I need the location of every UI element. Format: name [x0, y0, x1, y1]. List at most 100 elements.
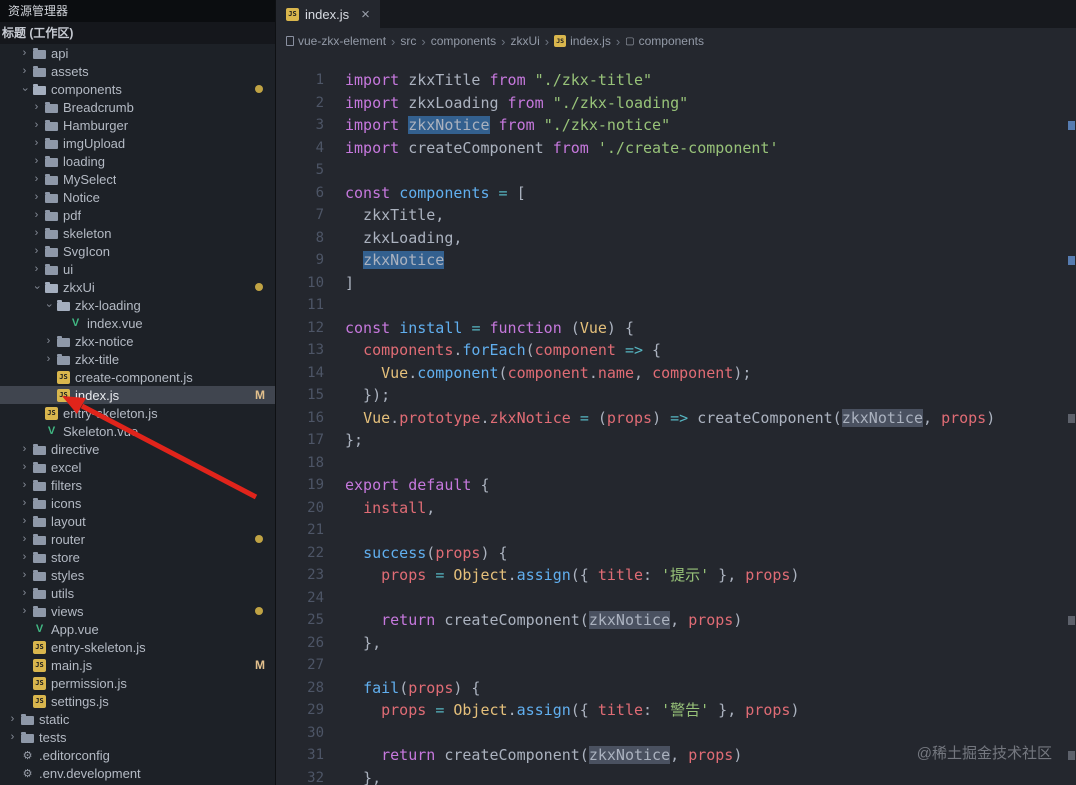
highlighted-occurrence: zkxNotice: [408, 116, 490, 134]
tree-item-env-development[interactable]: ⚙ .env.development: [0, 764, 275, 782]
tree-item-svgicon[interactable]: › SvgIcon: [0, 242, 275, 260]
code-token: ({: [570, 566, 598, 584]
tree-item-main-js[interactable]: JS main.js M: [0, 656, 275, 674]
tree-item-utils[interactable]: › utils: [0, 584, 275, 602]
tree-item-layout[interactable]: › layout: [0, 512, 275, 530]
tree-item-assets[interactable]: › assets: [0, 62, 275, 80]
code-token: export default: [345, 476, 472, 494]
code-token: ) {: [480, 543, 508, 562]
tree-item-create-component-js[interactable]: JS create-component.js: [0, 368, 275, 386]
code-line: 12 const install = function (Vue) {: [276, 317, 1076, 340]
line-number: 32: [307, 769, 324, 785]
tree-item-myselect[interactable]: › MySelect: [0, 170, 275, 188]
tree-item-zkx-notice[interactable]: › zkx-notice: [0, 332, 275, 350]
tree-item-label: zkxUi: [63, 279, 95, 295]
folder-icon: [45, 173, 58, 185]
tree-item-ui[interactable]: › ui: [0, 260, 275, 278]
tree-item-editorconfig[interactable]: ⚙ .editorconfig: [0, 746, 275, 764]
tree-item-notice[interactable]: › Notice: [0, 188, 275, 206]
code-token: =: [579, 408, 589, 427]
breadcrumb-item-vue-zkx-element[interactable]: vue-zkx-element: [286, 34, 386, 48]
tree-item-zkxui[interactable]: › zkxUi: [0, 278, 275, 296]
tree-item-imgupload[interactable]: › imgUpload: [0, 134, 275, 152]
tree-item-permission-js[interactable]: JS permission.js: [0, 674, 275, 692]
code-token: ): [986, 408, 996, 427]
tree-item-label: zkx-notice: [75, 333, 134, 349]
tree-item-skeleton-vue[interactable]: V Skeleton.vue: [0, 422, 275, 440]
chevron-right-icon: ›: [22, 604, 27, 617]
chevron-right-icon: ›: [34, 208, 39, 221]
tree-item-store[interactable]: › store: [0, 548, 275, 566]
breadcrumb-item-src[interactable]: src: [400, 34, 416, 48]
breadcrumb-item-index-js[interactable]: JS index.js: [554, 34, 611, 48]
code-token: {: [471, 476, 490, 494]
breadcrumb-item-zkxui[interactable]: zkxUi: [510, 34, 539, 48]
breadcrumb-separator: ›: [501, 33, 506, 49]
tree-item-excel[interactable]: › excel: [0, 458, 275, 476]
code-token: props: [381, 566, 427, 584]
tree-item-settings-js[interactable]: JS settings.js: [0, 692, 275, 710]
code-token: (: [399, 678, 409, 697]
highlighted-occurrence: zkxNotice: [841, 408, 923, 427]
chevron-right-icon: ›: [34, 244, 39, 257]
tree-item-entry-skeleton-js[interactable]: JS entry-skeleton.js: [0, 638, 275, 656]
tree-item-skeleton[interactable]: › skeleton: [0, 224, 275, 242]
tree-item-tests[interactable]: › tests: [0, 728, 275, 746]
tab-index-js[interactable]: JS index.js ×: [276, 0, 380, 28]
code-token: props: [606, 408, 653, 427]
tree-item-icons[interactable]: › icons: [0, 494, 275, 512]
code-line: 32 },: [276, 767, 1076, 785]
tree-item-entry-skeleton-js[interactable]: JS entry-skeleton.js: [0, 404, 275, 422]
close-icon[interactable]: ×: [361, 6, 370, 23]
line-number: 12: [307, 319, 324, 336]
tree-item-breadcrumb[interactable]: › Breadcrumb: [0, 98, 275, 116]
chevron-right-icon: ›: [34, 262, 39, 275]
tree-item-directive[interactable]: › directive: [0, 440, 275, 458]
line-number: 23: [307, 567, 324, 583]
line-number: 10: [307, 274, 324, 291]
tree-item-zkx-loading[interactable]: › zkx-loading: [0, 296, 275, 314]
config-file-icon: ⚙: [22, 767, 33, 780]
tree-item-zkx-title[interactable]: › zkx-title: [0, 350, 275, 368]
modified-contents-dot: [255, 283, 263, 291]
tab-bar: JS index.js ×: [276, 0, 1076, 28]
tree-item-filters[interactable]: › filters: [0, 476, 275, 494]
tree-item-app-vue[interactable]: V App.vue: [0, 620, 275, 638]
tree-item-pdf[interactable]: › pdf: [0, 206, 275, 224]
folder-icon: [33, 605, 46, 617]
breadcrumb-item-components[interactable]: components: [431, 34, 496, 48]
tree-item-router[interactable]: › router: [0, 530, 275, 548]
code-token: return: [381, 746, 436, 764]
folder-icon: [57, 353, 70, 365]
folder-icon: [33, 461, 46, 473]
tree-item-api[interactable]: › api: [0, 44, 275, 62]
code-token: props: [941, 408, 987, 427]
tree-item-views[interactable]: › views: [0, 602, 275, 620]
tree-item-hamburger[interactable]: › Hamburger: [0, 116, 275, 134]
folder-icon: [33, 587, 46, 599]
code-token: component: [507, 363, 589, 382]
overview-ruler-mark: [1068, 413, 1075, 423]
tree-item-index-vue[interactable]: Vindex.vue: [0, 314, 275, 332]
breadcrumb-label: zkxUi: [510, 34, 540, 48]
line-number: 4: [315, 139, 324, 156]
tree-item-components[interactable]: › components: [0, 80, 275, 98]
vue-file-icon: V: [35, 623, 44, 635]
workspace-section-header[interactable]: 标题 (工作区): [0, 22, 275, 44]
code-token: import: [345, 138, 409, 157]
code-token: .: [390, 408, 400, 427]
tree-item-static[interactable]: › static: [0, 710, 275, 728]
code-editor[interactable]: 1 import zkxTitle from "./zkx-title" 2 impo…: [276, 54, 1076, 785]
code-token: zkxLoading: [408, 93, 499, 112]
tree-item-label: settings.js: [51, 693, 109, 709]
tree-item-index-js[interactable]: JS index.js M: [0, 386, 275, 404]
tree-item-label: views: [51, 603, 84, 619]
vue-file-icon: V: [47, 425, 56, 437]
breadcrumb-item-components[interactable]: ▢ components: [625, 34, 704, 48]
line-number: 22: [307, 544, 324, 561]
tree-item-loading[interactable]: › loading: [0, 152, 275, 170]
tree-item-styles[interactable]: › styles: [0, 566, 275, 584]
